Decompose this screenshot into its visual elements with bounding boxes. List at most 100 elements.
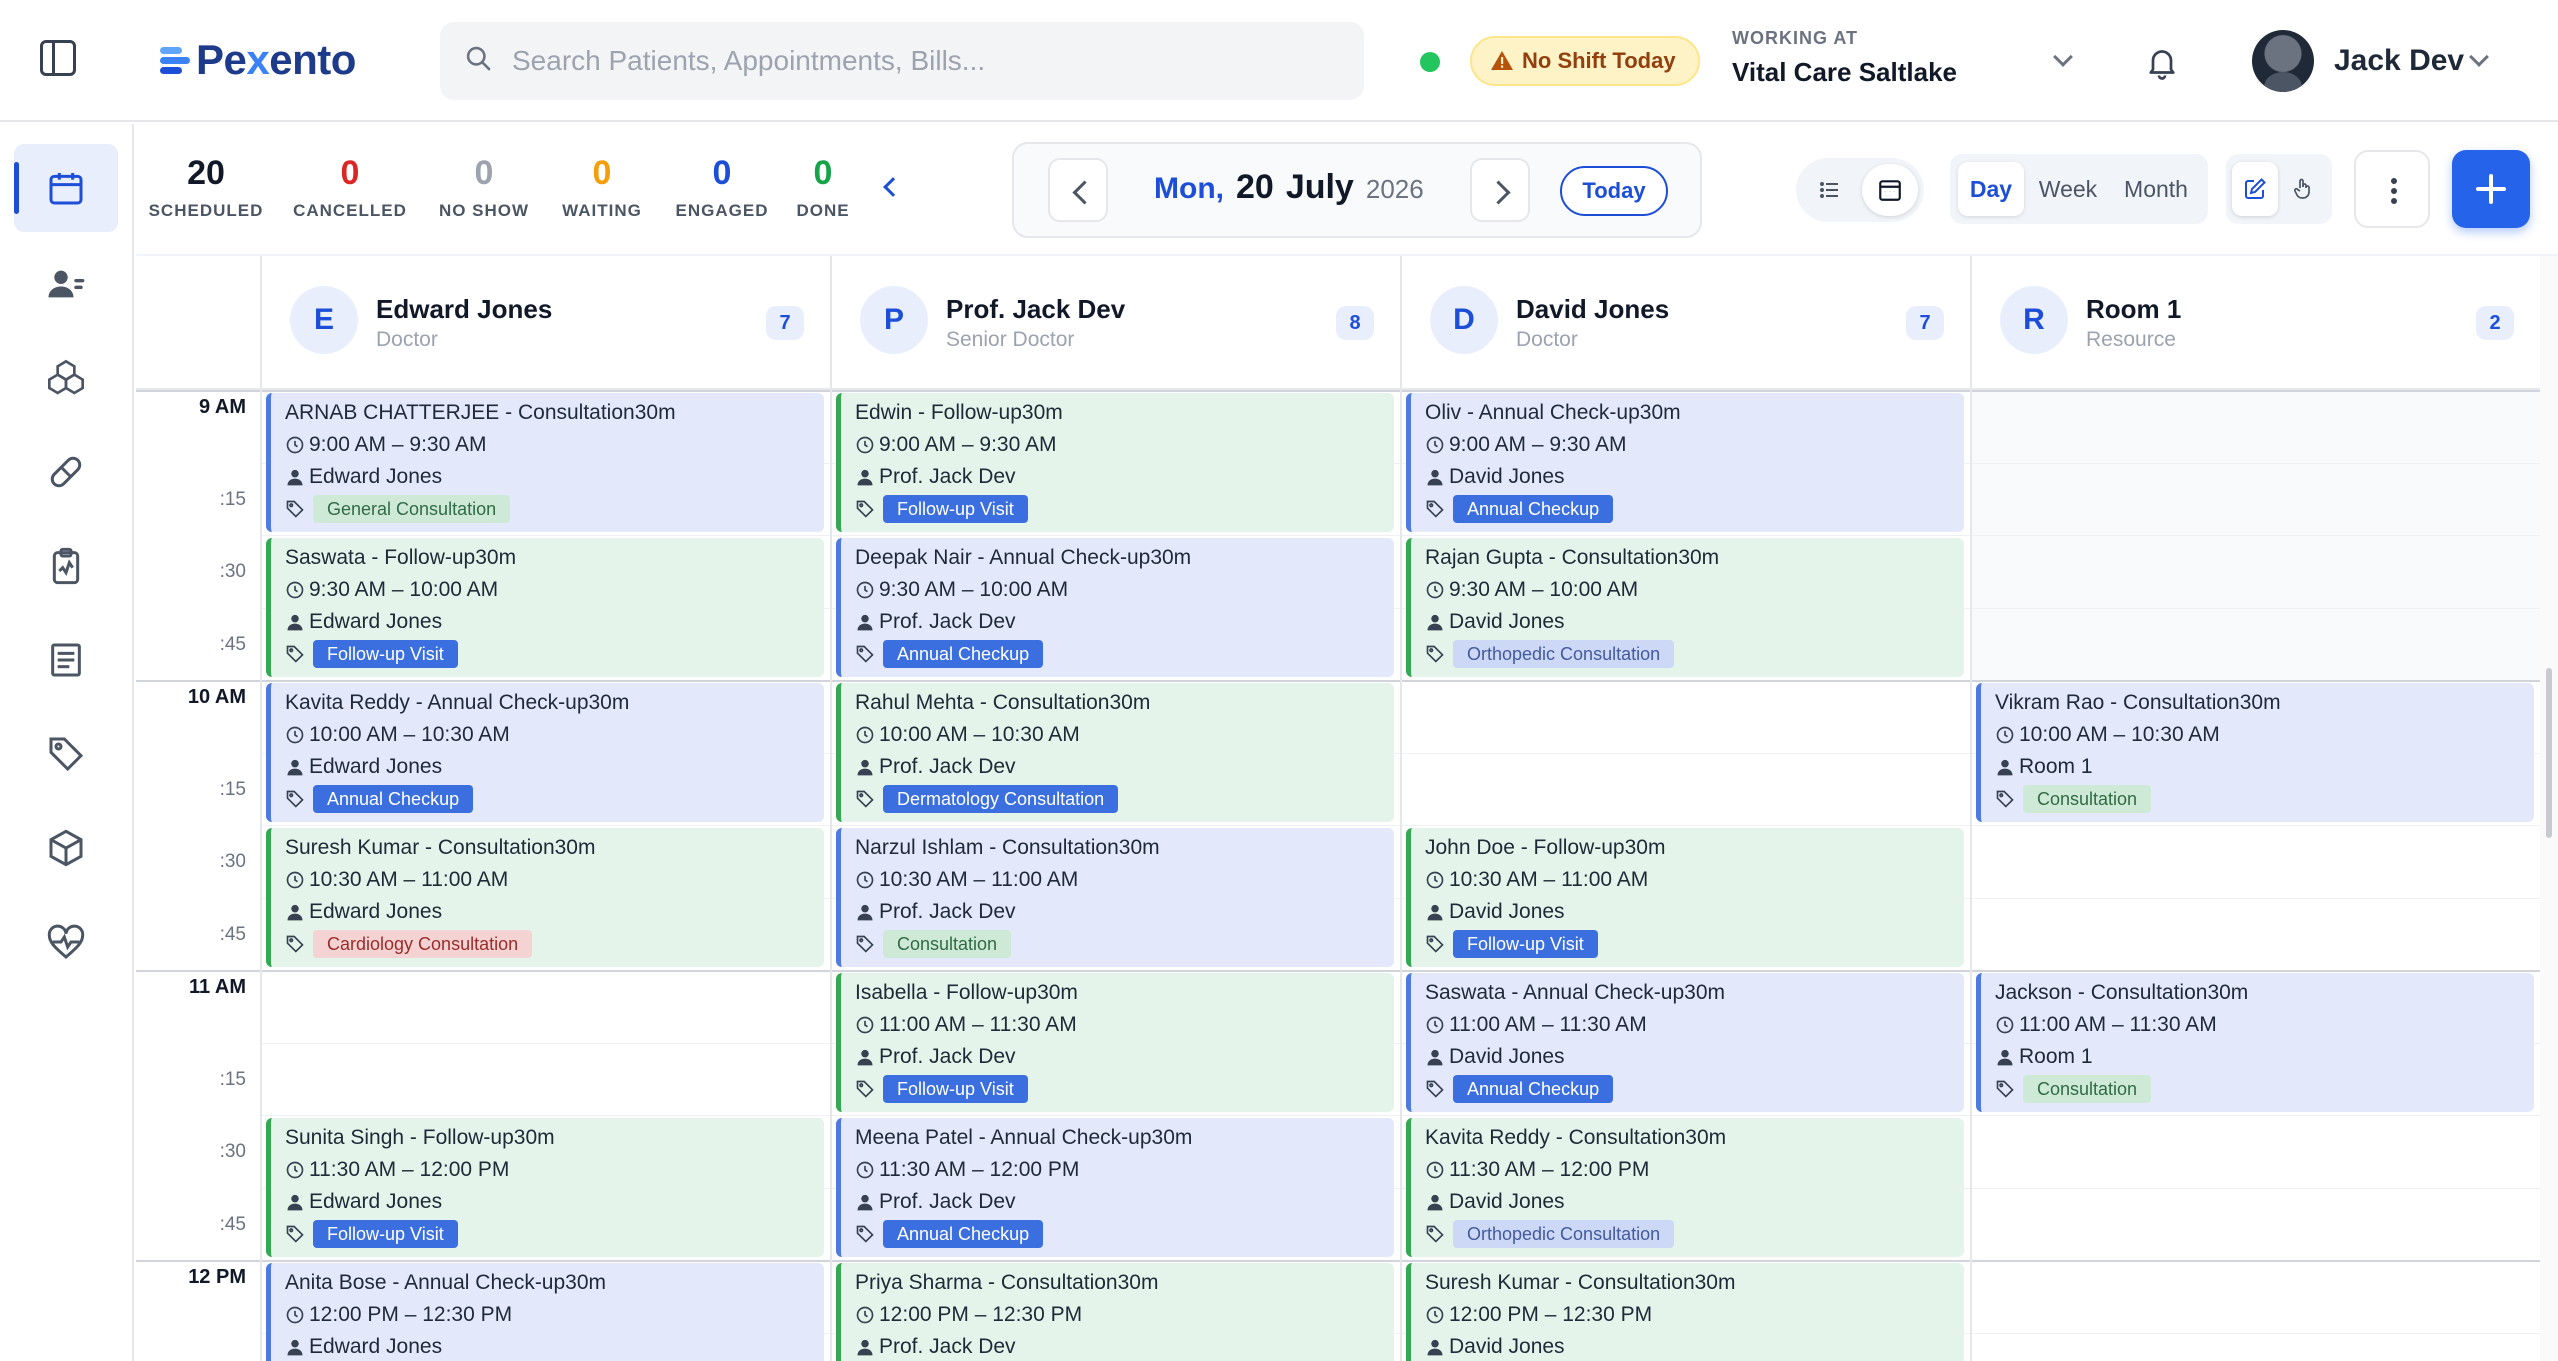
search-icon xyxy=(466,46,491,71)
appointment-type-tag[interactable]: Consultation xyxy=(2023,785,2152,813)
add-appointment-button[interactable] xyxy=(2452,150,2530,228)
time-label: 12 PM xyxy=(188,1266,246,1288)
clock-icon xyxy=(286,1161,304,1179)
appointment-type-tag[interactable]: Annual Checkup xyxy=(313,785,474,813)
appointment-card[interactable]: Kavita Reddy - Annual Check-up30m 10:00 A… xyxy=(266,683,824,822)
appointment-card[interactable]: Oliv - Annual Check-up30m 9:00 AM – 9:30 … xyxy=(1406,393,1964,532)
clinic-selector[interactable]: WORKING AT Vital Care Saltlake xyxy=(1732,28,1957,88)
appointment-time-row: 9:30 AM – 10:00 AM xyxy=(855,574,1394,606)
appointment-card[interactable]: Edwin - Follow-up30m 9:00 AM – 9:30 AM Pro… xyxy=(836,393,1394,532)
sidebar-item-products[interactable] xyxy=(14,804,118,892)
tab-week[interactable]: Week xyxy=(2028,162,2108,216)
sidebar-item-tags[interactable] xyxy=(14,710,118,798)
appointment-card[interactable]: Vikram Rao - Consultation30m 10:00 AM – 1… xyxy=(1976,683,2534,822)
sidebar-item-calendar[interactable] xyxy=(14,144,118,232)
calendar-view-button[interactable] xyxy=(1862,164,1918,216)
person-icon xyxy=(287,614,303,631)
person-icon xyxy=(1427,469,1443,486)
appointment-type-tag[interactable]: Cardiology Consultation xyxy=(313,930,533,958)
appointment-card[interactable]: Deepak Nair - Annual Check-up30m 9:30 AM … xyxy=(836,538,1394,677)
appointment-card[interactable]: Suresh Kumar - Consultation30m 10:30 AM –… xyxy=(266,828,824,967)
column-header[interactable]: D David Jones Doctor 7 xyxy=(1400,256,1970,390)
appointment-card[interactable]: Narzul Ishlam - Consultation30m 10:30 AM … xyxy=(836,828,1394,967)
appointment-type-tag[interactable]: Annual Checkup xyxy=(883,1220,1044,1248)
stat-scheduled[interactable]: 20 SCHEDULED xyxy=(136,154,276,221)
appointment-card[interactable]: Isabella - Follow-up30m 11:00 AM – 11:30 … xyxy=(836,973,1394,1112)
appointment-title: Edwin - Follow-up30m xyxy=(855,401,1063,424)
user-menu-chevron-down-icon[interactable] xyxy=(2469,47,2489,67)
stat-label: SCHEDULED xyxy=(148,201,264,220)
appointment-card[interactable]: Kavita Reddy - Consultation30m 11:30 AM –… xyxy=(1406,1118,1964,1257)
list-view-button[interactable] xyxy=(1802,164,1858,216)
tab-month[interactable]: Month xyxy=(2112,162,2200,216)
appointment-type-tag[interactable]: Orthopedic Consultation xyxy=(1453,1220,1675,1248)
date-weekday: Mon, xyxy=(1154,172,1224,205)
appointment-type-tag[interactable]: Follow-up Visit xyxy=(883,495,1028,523)
appointment-card[interactable]: Jackson - Consultation30m 11:00 AM – 11:3… xyxy=(1976,973,2534,1112)
sidebar-item-reports[interactable] xyxy=(14,522,118,610)
shift-status-badge[interactable]: No Shift Today xyxy=(1470,36,1700,86)
appointment-type-tag[interactable]: Dermatology Consultation xyxy=(883,785,1119,813)
clinic-chevron-down-icon[interactable] xyxy=(2053,47,2073,67)
user-name[interactable]: Jack Dev xyxy=(2334,44,2464,78)
stat-done[interactable]: 0 DONE xyxy=(768,154,878,221)
appointment-card[interactable]: Rajan Gupta - Consultation30m 9:30 AM – 1… xyxy=(1406,538,1964,677)
appointment-card[interactable]: Sunita Singh - Follow-up30m 11:30 AM – 12… xyxy=(266,1118,824,1257)
appointment-type-tag[interactable]: Follow-up Visit xyxy=(313,1220,458,1248)
stat-value: 0 xyxy=(340,154,360,192)
sidebar-item-health[interactable] xyxy=(14,898,118,986)
receipt-icon xyxy=(51,643,81,677)
appointment-title: John Doe - Follow-up30m xyxy=(1425,836,1666,859)
global-search[interactable] xyxy=(440,22,1364,100)
appointment-time: 12:00 PM – 12:30 PM xyxy=(309,1303,513,1326)
sidebar-item-patients[interactable] xyxy=(14,240,118,328)
appointment-type-tag[interactable]: Follow-up Visit xyxy=(883,1075,1028,1103)
user-avatar[interactable] xyxy=(2252,30,2314,92)
brand-logo[interactable]: Pexento xyxy=(160,36,356,84)
today-button[interactable]: Today xyxy=(1560,166,1668,216)
stat-waiting[interactable]: 0 WAITING xyxy=(532,154,672,221)
appointment-type-tag[interactable]: Consultation xyxy=(883,930,1012,958)
appointment-type-tag[interactable]: Follow-up Visit xyxy=(313,640,458,668)
appointment-tag-row: General Consultation xyxy=(285,493,824,525)
previous-day-button[interactable] xyxy=(1048,158,1108,222)
appointment-type-tag[interactable]: Orthopedic Consultation xyxy=(1453,640,1675,668)
appointment-type-tag[interactable]: Annual Checkup xyxy=(883,640,1044,668)
drag-mode-button[interactable] xyxy=(2280,162,2326,216)
tab-day[interactable]: Day xyxy=(1958,162,2024,216)
appointment-type-tag[interactable]: Annual Checkup xyxy=(1453,1075,1614,1103)
bell-icon[interactable] xyxy=(2144,44,2180,80)
column-header[interactable]: P Prof. Jack Dev Senior Doctor 8 xyxy=(830,256,1400,390)
appointment-card[interactable]: Suresh Kumar - Consultation30m 12:00 PM –… xyxy=(1406,1263,1964,1361)
sidebar-toggle-icon[interactable] xyxy=(40,40,76,76)
appointment-card[interactable]: Rahul Mehta - Consultation30m 10:00 AM – … xyxy=(836,683,1394,822)
appointment-card[interactable]: Anita Bose - Annual Check-up30m 12:00 PM … xyxy=(266,1263,824,1361)
vertical-scrollbar[interactable] xyxy=(2540,256,2558,1361)
scrollbar-thumb[interactable] xyxy=(2546,668,2552,838)
more-options-button[interactable] xyxy=(2354,150,2430,228)
appointment-type-tag[interactable]: General Consultation xyxy=(313,495,511,523)
time-label: :30 xyxy=(219,561,246,582)
appointment-card[interactable]: Saswata - Follow-up30m 9:30 AM – 10:00 AM… xyxy=(266,538,824,677)
appointment-card[interactable]: Meena Patel - Annual Check-up30m 11:30 AM… xyxy=(836,1118,1394,1257)
sidebar-item-inventory[interactable] xyxy=(14,334,118,422)
appointment-type-tag[interactable]: Annual Checkup xyxy=(1453,495,1614,523)
stats-collapse-chevron-icon[interactable] xyxy=(883,177,903,197)
appointment-tag-row: Follow-up Visit xyxy=(855,1073,1394,1105)
appointment-card[interactable]: Priya Sharma - Consultation30m 12:00 PM –… xyxy=(836,1263,1394,1361)
stat-cancelled[interactable]: 0 CANCELLED xyxy=(280,154,420,221)
appointment-card[interactable]: ARNAB CHATTERJEE - Consultation30m 9:00 A… xyxy=(266,393,824,532)
search-input[interactable] xyxy=(512,22,1342,100)
current-date[interactable]: Mon, 20 July 2026 xyxy=(1154,168,1424,207)
column-header[interactable]: R Room 1 Resource 2 xyxy=(1970,256,2540,390)
sidebar-item-billing[interactable] xyxy=(14,616,118,704)
sidebar-item-pharmacy[interactable] xyxy=(14,428,118,516)
edit-mode-button[interactable] xyxy=(2232,162,2278,216)
appointment-card[interactable]: John Doe - Follow-up30m 10:30 AM – 11:00 … xyxy=(1406,828,1964,967)
appointment-type-tag[interactable]: Follow-up Visit xyxy=(1453,930,1598,958)
column-header[interactable]: E Edward Jones Doctor 7 xyxy=(260,256,830,390)
appointment-type-tag[interactable]: Consultation xyxy=(2023,1075,2152,1103)
appointment-card[interactable]: Saswata - Annual Check-up30m 11:00 AM – 1… xyxy=(1406,973,1964,1112)
time-label: :15 xyxy=(219,488,246,510)
next-day-button[interactable] xyxy=(1470,158,1530,222)
